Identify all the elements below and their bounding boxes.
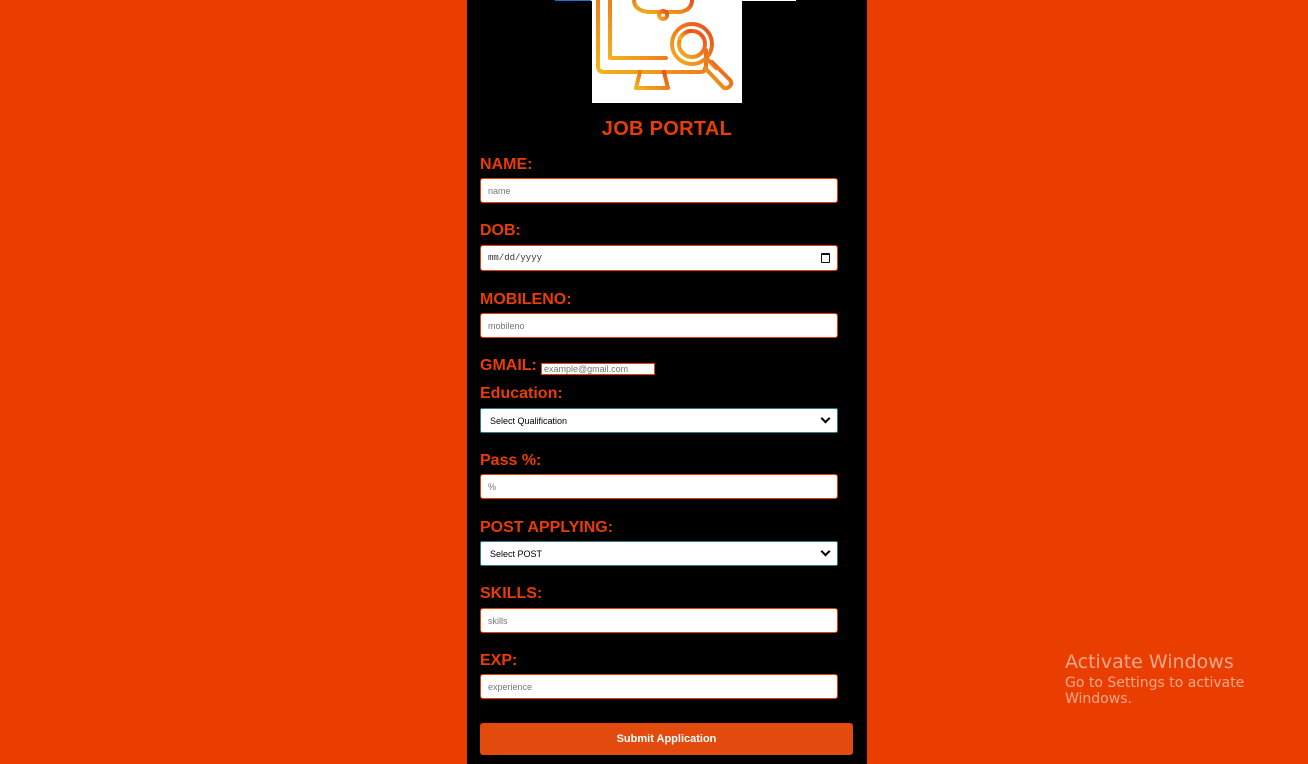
mobile-placeholder: mobileno [488,320,525,331]
mobile-input[interactable]: mobileno [480,313,838,338]
pass-percent-input[interactable]: % [480,474,838,499]
computer-search-icon [596,0,734,92]
experience-input[interactable]: experience [480,674,838,699]
form-panel: JOB PORTAL NAME: name DOB: mm/dd/yyyy MO… [467,0,867,764]
exp-label: EXP: [480,652,518,669]
name-label: NAME: [480,156,533,173]
gmail-placeholder: example@gmail.com [544,364,629,374]
page-title: JOB PORTAL [601,118,733,140]
post-selected-value: Select POST [490,548,543,559]
post-label: POST APPLYING: [480,519,614,536]
exp-placeholder: experience [488,681,533,692]
pass-placeholder: % [488,481,497,492]
watermark-subtitle: Go to Settings to activate Windows. [1065,675,1245,707]
skills-input[interactable]: skills [480,608,838,633]
name-placeholder: name [488,185,511,196]
name-input[interactable]: name [480,178,838,203]
calendar-icon[interactable] [821,253,830,263]
chevron-down-icon [820,546,831,557]
job-portal-logo [592,0,742,103]
pass-label: Pass %: [480,452,542,469]
gmail-label: GMAIL: [480,357,537,374]
post-select[interactable]: Select POST [480,541,838,566]
dob-placeholder: mm/dd/yyyy [488,253,543,263]
activate-windows-watermark: Activate Windows Go to Settings to activ… [1065,651,1308,707]
education-label: Education: [480,385,563,402]
skills-placeholder: skills [488,615,508,626]
chevron-down-icon [820,413,831,424]
gmail-input[interactable]: example@gmail.com [541,363,655,375]
watermark-title: Activate Windows [1065,651,1234,673]
mobile-label: MOBILENO: [480,291,572,308]
dob-input[interactable]: mm/dd/yyyy [480,245,838,271]
education-select[interactable]: Select Qualification [480,408,838,433]
education-selected-value: Select Qualification [490,415,568,426]
dob-label: DOB: [480,222,521,239]
submit-application-button[interactable]: Submit Application [480,723,853,755]
skills-label: SKILLS: [480,585,543,602]
